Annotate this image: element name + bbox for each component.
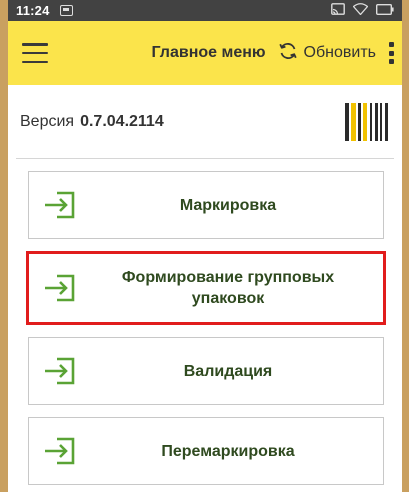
wifi-icon xyxy=(352,3,369,18)
login-arrow-icon xyxy=(43,190,77,220)
login-arrow-icon xyxy=(43,356,77,386)
menu-button-label: Перемаркировка xyxy=(161,442,295,460)
login-arrow-icon xyxy=(43,273,77,303)
status-time: 11:24 xyxy=(16,3,50,18)
menu-button-label: Маркировка xyxy=(179,196,277,214)
page-title: Главное меню xyxy=(151,44,266,61)
refresh-icon xyxy=(278,41,298,66)
version-row: Версия 0.7.04.2114 xyxy=(8,85,402,158)
version-value: 0.7.04.2114 xyxy=(80,112,164,130)
refresh-label: Обновить xyxy=(303,44,376,61)
battery-icon xyxy=(375,3,394,18)
login-arrow-icon xyxy=(43,436,77,466)
menu-button-group-packaging[interactable]: Формирование групповых упаковок xyxy=(26,251,386,325)
menu-button-validation[interactable]: Валидация xyxy=(28,337,384,405)
menu-button-marking[interactable]: Маркировка xyxy=(28,171,384,239)
menu-button-label: Формирование групповых упаковок xyxy=(121,269,335,307)
version-label: Версия xyxy=(20,112,75,130)
device-frame-right xyxy=(402,0,409,492)
status-bar: 11:24 xyxy=(8,0,402,21)
status-icons xyxy=(331,3,394,18)
main-menu-list: Маркировка Формирование групповых упаков… xyxy=(8,159,402,485)
menu-button-label: Валидация xyxy=(183,362,273,380)
hamburger-menu-icon[interactable] xyxy=(22,43,48,63)
more-options-icon[interactable] xyxy=(388,42,394,64)
notification-icon xyxy=(59,5,73,16)
app-bar: Главное меню Обновить xyxy=(8,21,402,85)
menu-button-remarking[interactable]: Перемаркировка xyxy=(28,417,384,485)
barcode-icon[interactable] xyxy=(345,102,388,141)
cast-icon xyxy=(331,3,345,18)
app-screen: 11:24 Главное меню Обновить Версия 0.7.0… xyxy=(8,0,402,492)
refresh-button[interactable]: Обновить xyxy=(278,41,376,66)
device-frame-left xyxy=(0,0,8,492)
